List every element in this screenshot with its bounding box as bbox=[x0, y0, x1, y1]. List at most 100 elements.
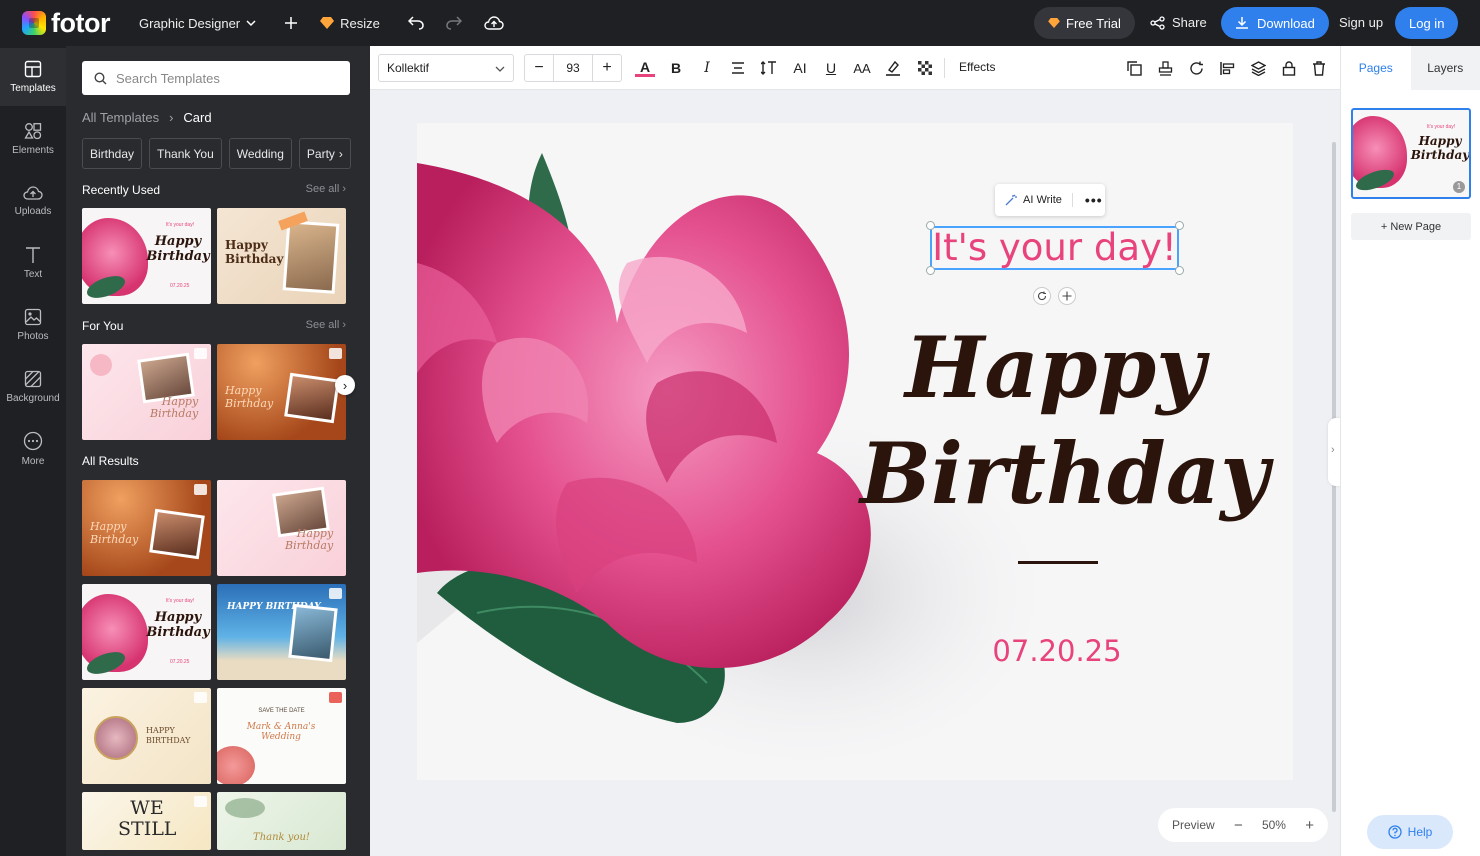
new-page-button[interactable]: + New Page bbox=[1351, 213, 1471, 240]
chip-birthday[interactable]: Birthday bbox=[82, 138, 143, 169]
thumb-title-line: Birthday bbox=[285, 539, 334, 552]
favorite-icon[interactable] bbox=[329, 692, 342, 703]
font-select[interactable]: Kollektif bbox=[378, 54, 514, 82]
template-thumb[interactable]: Happy Birthday bbox=[217, 480, 346, 576]
signup-link[interactable]: Sign up bbox=[1339, 15, 1383, 30]
login-button[interactable]: Log in bbox=[1395, 7, 1459, 39]
section-title: All Results bbox=[82, 454, 139, 468]
text-case-icon[interactable]: AA bbox=[853, 59, 871, 77]
see-all-link[interactable]: See all › bbox=[306, 183, 346, 197]
chip-thank-you[interactable]: Thank You bbox=[149, 138, 222, 169]
undo-icon[interactable] bbox=[407, 16, 424, 30]
favorite-icon[interactable] bbox=[329, 348, 342, 359]
subtitle-text[interactable]: It's your day! bbox=[930, 226, 1179, 270]
effects-button[interactable]: Effects bbox=[959, 60, 995, 74]
decrease-size-button[interactable]: − bbox=[525, 59, 553, 77]
tab-layers[interactable]: Layers bbox=[1410, 46, 1480, 90]
more-options-icon[interactable]: ••• bbox=[1085, 192, 1103, 208]
nav-uploads[interactable]: Uploads bbox=[0, 172, 66, 230]
nav-text[interactable]: Text bbox=[0, 234, 66, 292]
template-thumb[interactable]: SAVE THE DATE Mark & Anna's Wedding bbox=[217, 688, 346, 784]
thumb-title-line: Happy bbox=[154, 610, 202, 625]
zoom-controls: Preview − 50% + bbox=[1158, 808, 1328, 842]
thumb-title-line: Birthday bbox=[150, 407, 199, 420]
date-text[interactable]: 07.20.25 bbox=[960, 630, 1154, 672]
see-all-link[interactable]: See all › bbox=[306, 319, 346, 333]
favorite-icon[interactable] bbox=[194, 484, 207, 495]
template-thumb[interactable]: Happy Birthday bbox=[82, 480, 211, 576]
breadcrumb-root[interactable]: All Templates bbox=[82, 110, 159, 125]
template-thumb[interactable]: It's your day! Happy Birthday 07.20.25 bbox=[82, 584, 211, 680]
letter-spacing-icon[interactable]: AI bbox=[791, 59, 809, 77]
preview-button[interactable]: Preview bbox=[1172, 818, 1215, 832]
favorite-icon[interactable] bbox=[194, 692, 207, 703]
right-panel-collapse-handle[interactable]: › bbox=[1328, 418, 1340, 486]
more-icon bbox=[23, 431, 43, 451]
search-input[interactable]: Search Templates bbox=[82, 61, 350, 95]
template-thumb[interactable]: Happy Birthday bbox=[217, 208, 346, 304]
nav-templates[interactable]: Templates bbox=[0, 48, 66, 106]
nav-more[interactable]: More bbox=[0, 420, 66, 478]
template-thumb[interactable]: HAPPY BIRTHDAY bbox=[217, 584, 346, 680]
increase-size-button[interactable]: + bbox=[593, 59, 621, 77]
redo-icon[interactable] bbox=[446, 16, 462, 30]
align-center-icon[interactable] bbox=[729, 59, 747, 77]
nav-photos[interactable]: Photos bbox=[0, 296, 66, 354]
lock-icon[interactable] bbox=[1280, 59, 1298, 77]
thumb-title-line: Happy bbox=[225, 384, 262, 397]
favorite-icon[interactable] bbox=[194, 348, 207, 359]
move-handle[interactable] bbox=[1058, 287, 1076, 305]
font-size-value[interactable]: 93 bbox=[553, 55, 593, 81]
template-thumb[interactable]: Happy Birthday bbox=[217, 344, 346, 440]
favorite-icon[interactable] bbox=[194, 796, 207, 807]
rotate-icon[interactable] bbox=[1187, 59, 1205, 77]
zoom-level[interactable]: 50% bbox=[1262, 818, 1286, 832]
rotate-handle[interactable] bbox=[1033, 287, 1051, 305]
divider-line[interactable] bbox=[1018, 561, 1098, 564]
layers-icon[interactable] bbox=[1249, 59, 1267, 77]
see-all-label: See all bbox=[305, 183, 340, 195]
help-button[interactable]: Help bbox=[1367, 815, 1453, 849]
nav-elements[interactable]: Elements bbox=[0, 110, 66, 168]
tab-pages[interactable]: Pages bbox=[1341, 46, 1411, 90]
zoom-out-button[interactable]: − bbox=[1234, 817, 1243, 834]
add-icon[interactable] bbox=[284, 16, 298, 30]
line-height-icon[interactable] bbox=[760, 59, 778, 77]
trash-icon[interactable] bbox=[1310, 59, 1328, 77]
download-button[interactable]: Download bbox=[1221, 7, 1329, 39]
favorite-icon[interactable] bbox=[329, 588, 342, 599]
page-thumbnail[interactable]: It's your day! Happy Birthday 1 bbox=[1351, 108, 1471, 199]
text-color-button[interactable]: A bbox=[635, 59, 655, 77]
share-button[interactable]: Share bbox=[1150, 15, 1207, 30]
template-thumb[interactable]: WE STILL bbox=[82, 792, 211, 850]
align-left-icon[interactable] bbox=[1218, 59, 1236, 77]
ai-write-button[interactable]: AI Write bbox=[1023, 194, 1062, 206]
chip-wedding[interactable]: Wedding bbox=[228, 138, 292, 169]
chip-party[interactable]: Party › bbox=[298, 138, 351, 169]
free-trial-button[interactable]: Free Trial bbox=[1034, 7, 1135, 39]
cloud-upload-icon[interactable] bbox=[484, 16, 504, 30]
underline-icon[interactable]: U bbox=[822, 59, 840, 77]
thumb-title: Happy Birthday bbox=[150, 396, 198, 420]
template-thumb[interactable]: Happy Birthday bbox=[82, 344, 211, 440]
template-thumb[interactable]: HAPPY BIRTHDAY bbox=[82, 688, 211, 784]
template-thumb[interactable]: Thank you! bbox=[217, 792, 346, 850]
workspace-dropdown[interactable]: Graphic Designer bbox=[139, 16, 256, 31]
title-text[interactable]: Happy Birthday bbox=[860, 318, 1269, 524]
italic-icon[interactable]: I bbox=[698, 59, 716, 77]
carousel-next-button[interactable]: › bbox=[335, 375, 355, 395]
fotor-logo[interactable]: fotor bbox=[22, 8, 110, 39]
photo-frame bbox=[282, 220, 340, 294]
template-thumb[interactable]: It's your day! Happy Birthday 07.20.25 bbox=[82, 208, 211, 304]
left-nav: Templates Elements Uploads Text Photos B… bbox=[0, 46, 66, 856]
photo-frame bbox=[284, 372, 340, 424]
resize-button[interactable]: Resize bbox=[320, 16, 380, 31]
transparency-icon[interactable] bbox=[916, 59, 934, 77]
stamp-icon[interactable] bbox=[1156, 59, 1174, 77]
highlight-icon[interactable] bbox=[884, 59, 902, 77]
duplicate-icon[interactable] bbox=[1125, 59, 1143, 77]
section-title: Recently Used bbox=[82, 183, 161, 197]
zoom-in-button[interactable]: + bbox=[1305, 817, 1314, 834]
bold-icon[interactable]: B bbox=[667, 59, 685, 77]
nav-background[interactable]: Background bbox=[0, 358, 66, 416]
